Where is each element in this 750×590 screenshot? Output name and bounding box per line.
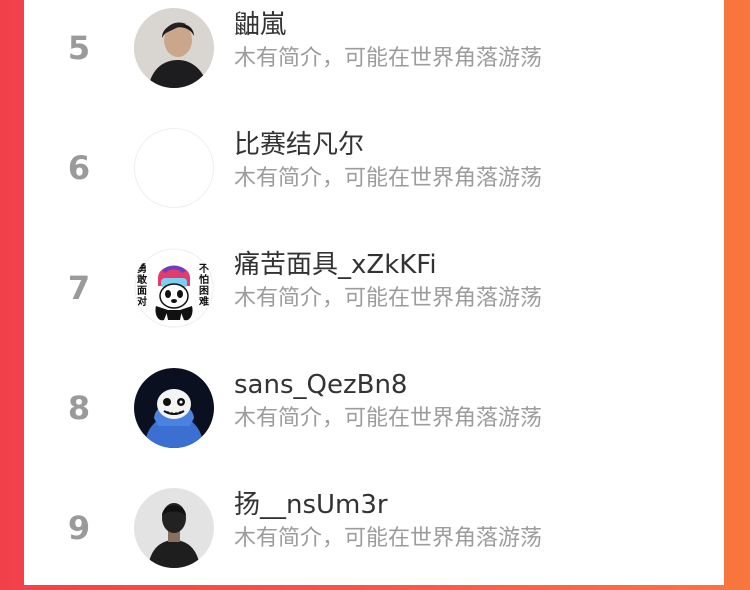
rank-number: 7 — [67, 269, 91, 307]
user-name[interactable]: 鼬嵐 — [234, 8, 286, 42]
avatar[interactable] — [134, 488, 214, 568]
rank-number: 9 — [67, 509, 91, 547]
ranking-list: 5 鼬嵐 木有简介，可能在世界角落游荡 6 比赛结凡尔 木有简介，可能在世界角落… — [24, 0, 724, 585]
user-name[interactable]: 扬__nsUm3r — [234, 488, 388, 522]
user-bio: 木有简介，可能在世界角落游荡 — [234, 406, 543, 431]
avatar[interactable] — [134, 128, 214, 208]
rank-number: 6 — [67, 149, 91, 187]
avatar[interactable] — [134, 368, 214, 448]
list-item[interactable]: 9 扬__nsUm3r 木有简介，可能在世界角落游荡 — [24, 480, 724, 590]
user-bio: 木有简介，可能在世界角落游荡 — [234, 46, 543, 71]
user-bio: 木有简介，可能在世界角落游荡 — [234, 166, 543, 191]
list-item[interactable]: 6 比赛结凡尔 木有简介，可能在世界角落游荡 — [24, 120, 724, 230]
avatar[interactable] — [134, 8, 214, 88]
user-name[interactable]: 比赛结凡尔 — [234, 128, 364, 162]
avatar-text-right: 不怕困难 — [199, 264, 209, 308]
list-item[interactable]: 5 鼬嵐 木有简介，可能在世界角落游荡 — [24, 0, 724, 110]
rank-number: 5 — [67, 29, 91, 67]
rank-number: 8 — [67, 389, 91, 427]
user-bio: 木有简介，可能在世界角落游荡 — [234, 286, 543, 311]
user-bio: 木有简介，可能在世界角落游荡 — [234, 526, 543, 551]
user-name[interactable]: 痛苦面具_xZkKFi — [234, 248, 437, 282]
avatar[interactable]: 勇敢面对 不怕困难 — [134, 248, 214, 328]
user-name[interactable]: sans_QezBn8 — [234, 368, 407, 402]
avatar-text-left: 勇敢面对 — [137, 264, 147, 308]
list-item[interactable]: 7 勇敢面对 不怕困难 痛苦面具_xZkKFi 木有简介，可能在世界角落游荡 — [24, 240, 724, 350]
list-item[interactable]: 8 sans_QezBn8 木有简介，可能在世界角落游荡 — [24, 360, 724, 470]
